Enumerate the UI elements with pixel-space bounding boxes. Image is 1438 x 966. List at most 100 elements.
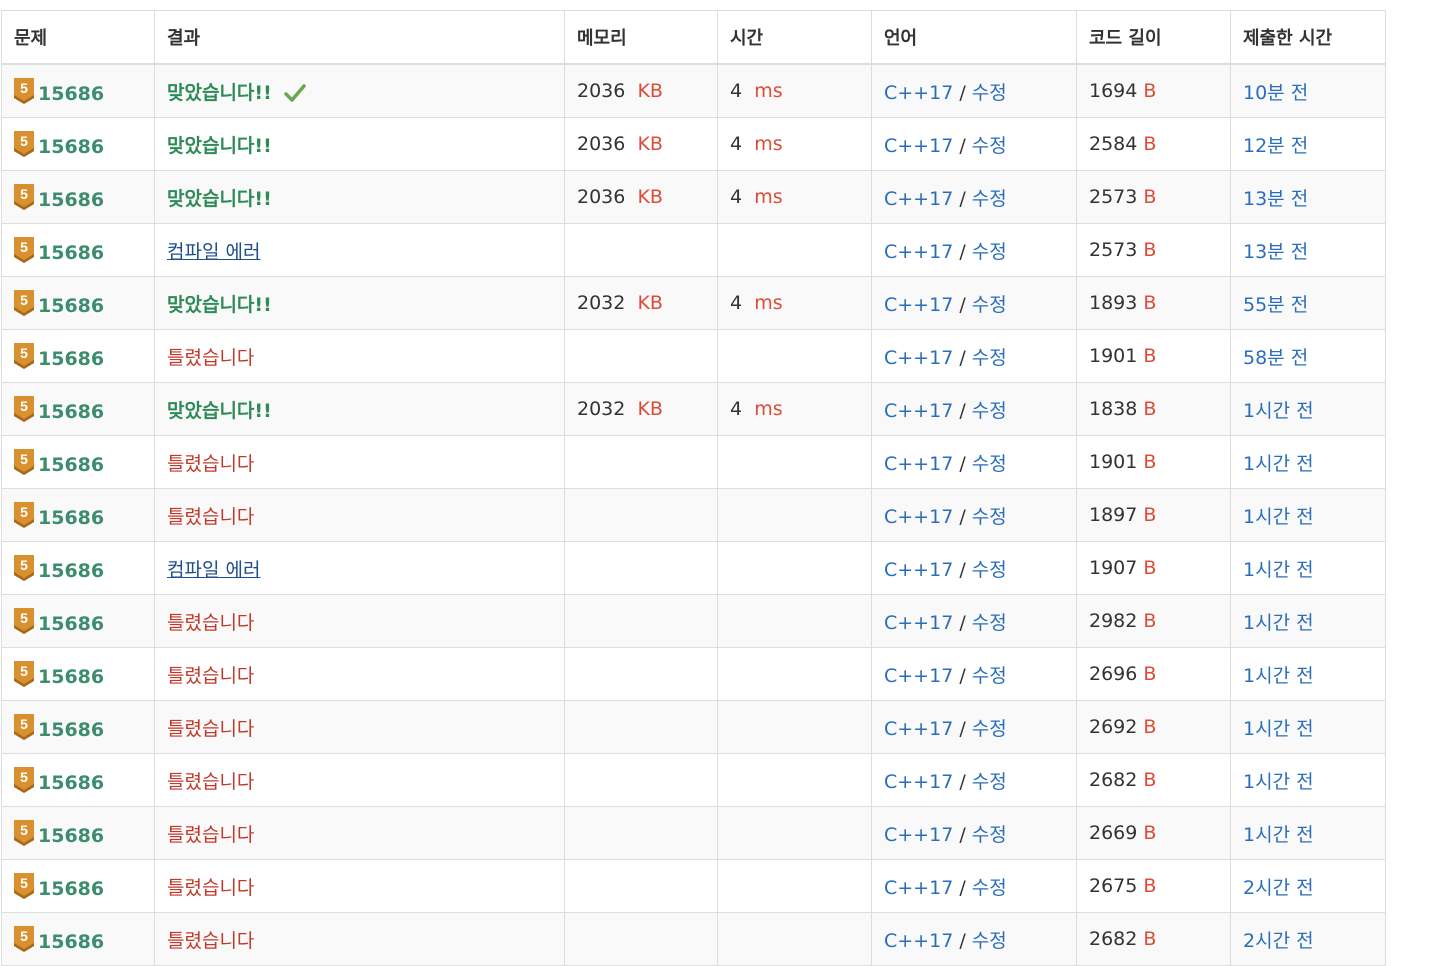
problem-cell: 5 15686: [1, 859, 155, 913]
problem-link[interactable]: 15686: [38, 878, 104, 900]
language-cell: C++17 / 수정: [871, 435, 1077, 489]
problem-link[interactable]: 15686: [38, 401, 104, 423]
language-link[interactable]: C++17: [884, 453, 953, 475]
language-link[interactable]: C++17: [884, 506, 953, 528]
language-link[interactable]: C++17: [884, 771, 953, 793]
code-length-value: 1893: [1089, 292, 1138, 314]
submitted-time-link[interactable]: 12분 전: [1243, 135, 1308, 157]
language-cell: C++17 / 수정: [871, 382, 1077, 436]
problem-link[interactable]: 15686: [38, 772, 104, 794]
language-link[interactable]: C++17: [884, 877, 953, 899]
submitted-time-link[interactable]: 1시간 전: [1243, 400, 1314, 422]
submitted-time-link[interactable]: 13분 전: [1243, 241, 1308, 263]
language-link[interactable]: C++17: [884, 347, 953, 369]
problem-link[interactable]: 15686: [38, 719, 104, 741]
code-length-value: 2696: [1089, 663, 1138, 685]
language-link[interactable]: C++17: [884, 400, 953, 422]
problem-link[interactable]: 15686: [38, 666, 104, 688]
problem-link[interactable]: 15686: [38, 825, 104, 847]
bronze-tier-icon: 5: [14, 925, 34, 952]
result-text: 맞았습니다!!: [167, 187, 272, 210]
edit-link[interactable]: 수정: [972, 559, 1007, 581]
edit-link[interactable]: 수정: [972, 506, 1007, 528]
edit-link[interactable]: 수정: [972, 400, 1007, 422]
language-link[interactable]: C++17: [884, 718, 953, 740]
submitted-time-cell: 1시간 전: [1230, 806, 1386, 860]
edit-link[interactable]: 수정: [972, 135, 1007, 157]
edit-link[interactable]: 수정: [972, 930, 1007, 952]
submitted-time-link[interactable]: 55분 전: [1243, 294, 1308, 316]
edit-link[interactable]: 수정: [972, 877, 1007, 899]
problem-link[interactable]: 15686: [38, 454, 104, 476]
problem-link[interactable]: 15686: [38, 613, 104, 635]
problem-link[interactable]: 15686: [38, 931, 104, 953]
result-text[interactable]: 컴파일 에러: [167, 241, 260, 263]
problem-cell: 5 15686: [1, 435, 155, 489]
result-text[interactable]: 컴파일 에러: [167, 559, 260, 581]
problem-link[interactable]: 15686: [38, 242, 104, 264]
problem-link[interactable]: 15686: [38, 189, 104, 211]
language-cell: C++17 / 수정: [871, 647, 1077, 701]
language-link[interactable]: C++17: [884, 665, 953, 687]
table-row: 5 15686 맞았습니다!! 2032 KB 4 ms C++17 / 수정 …: [1, 276, 1386, 330]
edit-link[interactable]: 수정: [972, 824, 1007, 846]
edit-link[interactable]: 수정: [972, 718, 1007, 740]
problem-link[interactable]: 15686: [38, 136, 104, 158]
edit-link[interactable]: 수정: [972, 347, 1007, 369]
submitted-time-link[interactable]: 58분 전: [1243, 347, 1308, 369]
edit-link[interactable]: 수정: [972, 771, 1007, 793]
language-link[interactable]: C++17: [884, 294, 953, 316]
bronze-tier-icon: 5: [14, 342, 34, 369]
memory-cell: [564, 753, 718, 807]
problem-link[interactable]: 15686: [38, 295, 104, 317]
language-link[interactable]: C++17: [884, 188, 953, 210]
edit-link[interactable]: 수정: [972, 612, 1007, 634]
edit-link[interactable]: 수정: [972, 188, 1007, 210]
submitted-time-link[interactable]: 2시간 전: [1243, 877, 1314, 899]
result-text: 틀렸습니다: [167, 823, 255, 846]
edit-link[interactable]: 수정: [972, 665, 1007, 687]
language-separator: /: [953, 81, 972, 104]
code-length-cell: 2669 B: [1076, 806, 1231, 860]
submitted-time-link[interactable]: 1시간 전: [1243, 771, 1314, 793]
result-text: 틀렸습니다: [167, 876, 255, 899]
language-link[interactable]: C++17: [884, 241, 953, 263]
language-link[interactable]: C++17: [884, 930, 953, 952]
language-link[interactable]: C++17: [884, 135, 953, 157]
language-link[interactable]: C++17: [884, 559, 953, 581]
submitted-time-link[interactable]: 1시간 전: [1243, 824, 1314, 846]
result-cell: 틀렸습니다: [154, 435, 565, 489]
language-link[interactable]: C++17: [884, 824, 953, 846]
edit-link[interactable]: 수정: [972, 453, 1007, 475]
submitted-time-link[interactable]: 13분 전: [1243, 188, 1308, 210]
language-separator: /: [953, 770, 972, 793]
submitted-time-cell: 13분 전: [1230, 170, 1386, 224]
submitted-time-link[interactable]: 2시간 전: [1243, 930, 1314, 952]
memory-value: 2032: [577, 292, 626, 314]
tier-badge-label: 5: [20, 451, 28, 467]
edit-link[interactable]: 수정: [972, 294, 1007, 316]
memory-unit: KB: [637, 186, 663, 208]
problem-cell: 5 15686: [1, 329, 155, 383]
problem-link[interactable]: 15686: [38, 507, 104, 529]
submitted-time-link[interactable]: 1시간 전: [1243, 506, 1314, 528]
submitted-time-link[interactable]: 10분 전: [1243, 82, 1308, 104]
language-separator: /: [953, 452, 972, 475]
code-length-unit: B: [1143, 822, 1157, 844]
problem-link[interactable]: 15686: [38, 83, 104, 105]
memory-cell: [564, 541, 718, 595]
language-link[interactable]: C++17: [884, 82, 953, 104]
submitted-time-link[interactable]: 1시간 전: [1243, 453, 1314, 475]
submitted-time-link[interactable]: 1시간 전: [1243, 665, 1314, 687]
edit-link[interactable]: 수정: [972, 241, 1007, 263]
problem-link[interactable]: 15686: [38, 348, 104, 370]
table-row: 5 15686 컴파일 에러 C++17 / 수정 1907 B 1시간 전: [1, 541, 1386, 595]
language-cell: C++17 / 수정: [871, 223, 1077, 277]
language-link[interactable]: C++17: [884, 612, 953, 634]
problem-link[interactable]: 15686: [38, 560, 104, 582]
submitted-time-link[interactable]: 1시간 전: [1243, 612, 1314, 634]
submitted-time-link[interactable]: 1시간 전: [1243, 718, 1314, 740]
submitted-time-link[interactable]: 1시간 전: [1243, 559, 1314, 581]
edit-link[interactable]: 수정: [972, 82, 1007, 104]
language-separator: /: [953, 558, 972, 581]
